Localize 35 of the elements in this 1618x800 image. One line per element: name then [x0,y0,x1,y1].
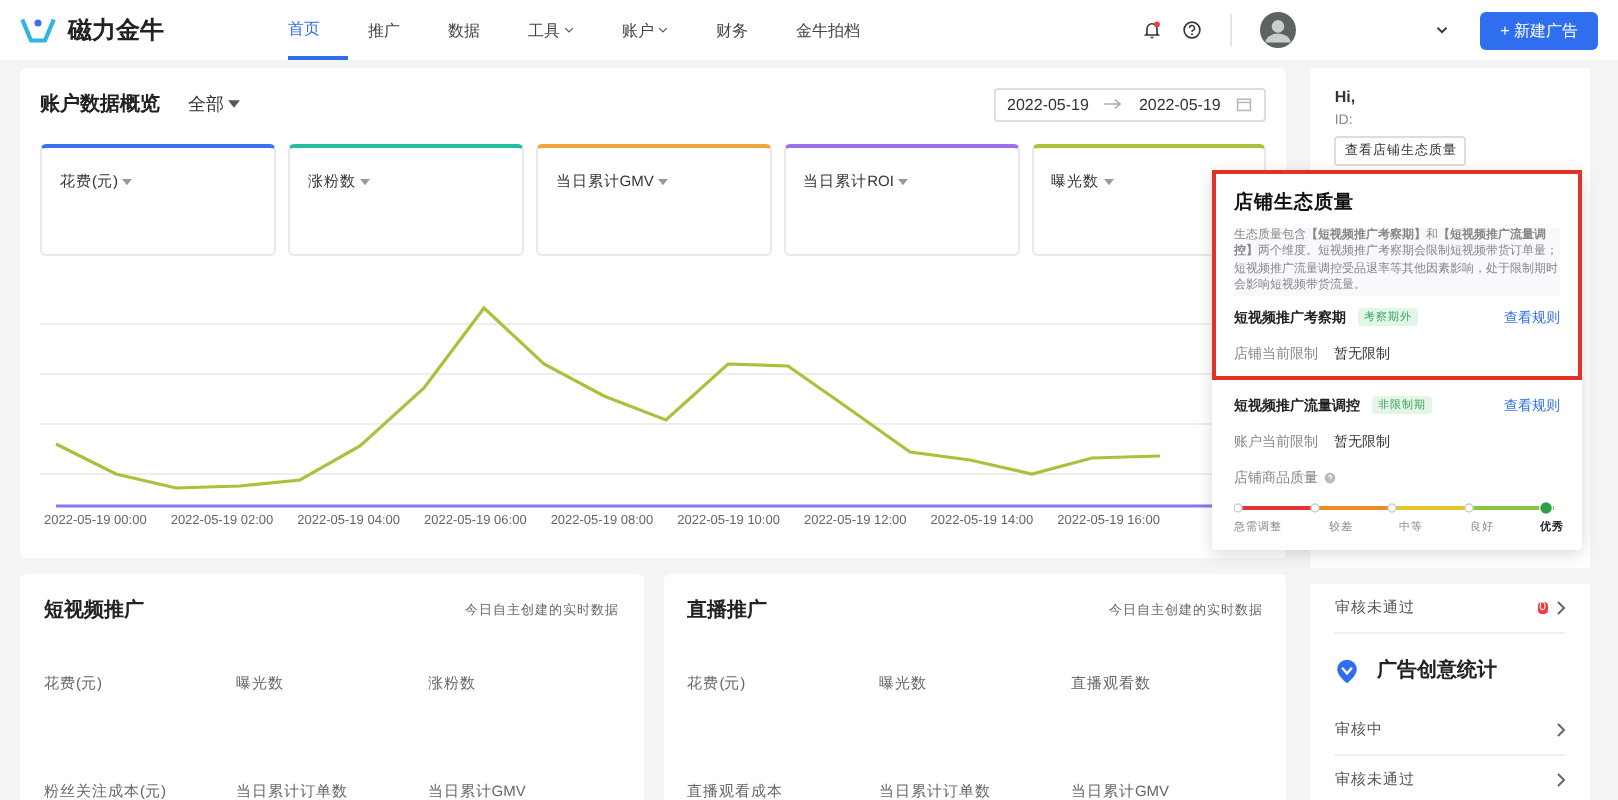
section-title: 短视频推广 [44,596,144,624]
avatar-icon[interactable] [1260,12,1297,48]
help-icon[interactable] [1182,20,1203,40]
chevron-icon [1556,772,1566,788]
section-title: 广告创意统计 [1376,656,1497,684]
nav-item[interactable]: 数据 [448,0,508,60]
section-title: 账户数据概览 [40,90,160,118]
filter-dropdown[interactable]: 全部 [188,91,240,117]
caret-icon [897,178,908,186]
nav-item[interactable]: 财务 [716,0,776,60]
caret-icon[interactable] [1436,26,1449,34]
greeting: Hi, [1334,88,1356,106]
nav-item[interactable]: 首页 [288,0,348,60]
bell-icon[interactable] [1142,20,1163,40]
arrow-icon [1104,98,1123,110]
caret-icon [122,178,132,186]
start-date: 2022-05-19 [1007,95,1089,113]
nav-item[interactable]: 账户 [622,0,696,60]
caret-icon [228,100,240,108]
new-ad-button[interactable]: + 新建广告 [1480,11,1598,49]
caret-icon [359,178,370,186]
caret-icon [1103,178,1113,186]
calendar-icon [1236,96,1253,112]
nav-item[interactable]: 推广 [368,0,428,60]
chevron-icon [1556,600,1566,616]
logo-icon [20,16,56,44]
date-range-field[interactable]: 2022-05-19 2022-05-19 [993,87,1267,121]
nav-item[interactable]: 工具 [528,0,602,60]
caret-icon [657,178,668,186]
brand-name: 磁力金牛 [68,13,166,47]
section-title: 直播推广 [687,596,768,624]
chevron-icon [1556,722,1566,738]
pin-icon [1334,657,1361,683]
nav-item[interactable]: 金牛拍档 [796,0,888,60]
end-date: 2022-05-19 [1138,95,1221,113]
